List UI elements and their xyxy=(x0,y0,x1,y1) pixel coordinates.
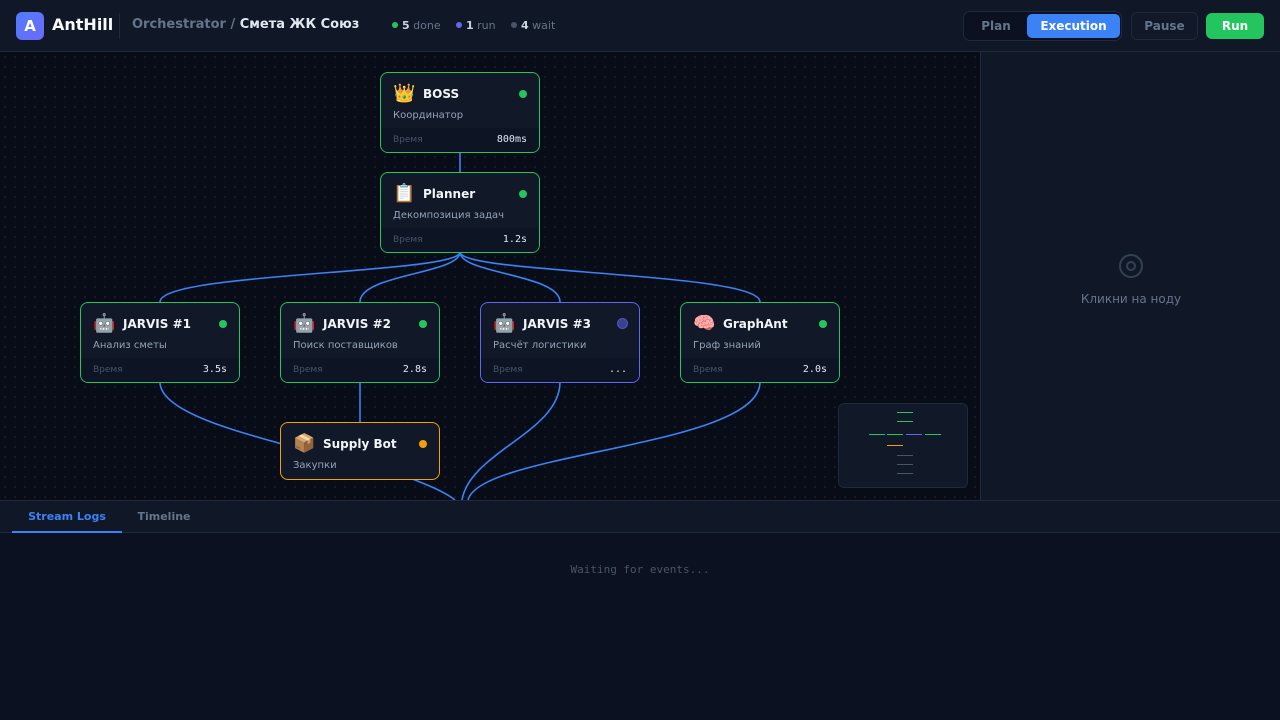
time-label: Время xyxy=(393,135,423,145)
node-title: GraphAnt xyxy=(723,317,788,331)
edge-planner-jarvis1 xyxy=(159,251,461,303)
node-subtitle: Декомпозиция задач xyxy=(393,210,505,221)
node-title: JARVIS #2 xyxy=(323,317,391,331)
node-title: Supply Bot xyxy=(323,437,397,451)
node-footer: Время 1.2s xyxy=(381,228,539,252)
time-value: 800ms xyxy=(496,134,527,145)
done-status-dot xyxy=(392,22,398,28)
minimap-node xyxy=(897,455,913,456)
node-planner[interactable]: 📋 Planner Декомпозиция задач Время 1.2s xyxy=(380,172,540,253)
node-footer: Время... xyxy=(481,358,639,382)
node-subtitle: Граф знаний xyxy=(693,340,761,351)
robot-icon: 🤖 xyxy=(93,313,116,334)
minimap-node xyxy=(897,464,913,465)
status-dot xyxy=(519,90,527,98)
time-label: Время xyxy=(493,365,523,375)
breadcrumb-root[interactable]: Orchestrator / xyxy=(132,17,240,32)
edge-jarvis3-next xyxy=(461,381,561,500)
status-dot xyxy=(419,440,427,448)
run-status-dot xyxy=(456,22,462,28)
time-value: 2.8s xyxy=(402,364,427,375)
node-jarvis-1[interactable]: 🤖 JARVIS #1 Анализ сметы Время 3.5s xyxy=(80,302,240,383)
status-dot xyxy=(419,320,427,328)
status-dot xyxy=(519,190,527,198)
minimap-node xyxy=(906,434,922,435)
time-label: Время xyxy=(93,365,123,375)
minimap[interactable] xyxy=(838,403,968,488)
node-subtitle: Анализ сметы xyxy=(93,340,167,351)
node-subtitle: Расчёт логистики xyxy=(493,340,587,351)
time-label: Время xyxy=(393,235,423,245)
edge-graphant-next xyxy=(467,381,761,500)
node-title: Planner xyxy=(423,187,476,201)
time-value: 1.2s xyxy=(502,234,527,245)
edge-jarvis1-supply xyxy=(159,381,283,445)
node-footer: Время 800ms xyxy=(381,128,539,152)
node-jarvis-3[interactable]: 🤖 JARVIS #3 Расчёт логистики Время... xyxy=(480,302,640,383)
running-status-indicator xyxy=(617,318,628,329)
breadcrumb: Orchestrator / Смета ЖК Союз xyxy=(132,17,359,32)
node-subtitle: Координатор xyxy=(393,110,464,121)
node-title: BOSS xyxy=(423,87,460,101)
minimap-node xyxy=(897,412,913,413)
mode-switch: Plan Execution xyxy=(963,11,1122,41)
wait-status-dot xyxy=(511,22,517,28)
node-subtitle: Закупки xyxy=(293,460,337,471)
robot-icon: 🤖 xyxy=(293,313,316,334)
status-dot xyxy=(819,320,827,328)
crown-icon: 👑 xyxy=(393,83,416,104)
time-label: Время xyxy=(693,365,723,375)
execution-mode-button[interactable]: Execution xyxy=(1027,14,1120,38)
tab-timeline[interactable]: Timeline xyxy=(122,501,206,533)
edge-supply-next xyxy=(409,477,456,500)
node-footer: Время 2.0s xyxy=(681,358,839,382)
status-dot xyxy=(219,320,227,328)
logs-tabs: Stream Logs Timeline xyxy=(0,501,1280,533)
minimap-node xyxy=(869,434,885,435)
logs-panel: Stream Logs Timeline Waiting for events.… xyxy=(0,500,1280,720)
node-graphant[interactable]: 🧠 GraphAnt Граф знаний Время 2.0s xyxy=(680,302,840,383)
pause-button[interactable]: Pause xyxy=(1131,12,1198,40)
app-logo: A xyxy=(16,12,44,40)
minimap-node xyxy=(887,434,903,435)
node-title: JARVIS #3 xyxy=(523,317,591,331)
node-supply-bot[interactable]: 📦 Supply Bot Закупки xyxy=(280,422,440,480)
header-divider xyxy=(119,13,120,39)
clipboard-icon: 📋 xyxy=(393,183,416,204)
node-jarvis-2[interactable]: 🤖 JARVIS #2 Поиск поставщиков Время 2.8s xyxy=(280,302,440,383)
node-footer: Время 2.8s xyxy=(281,358,439,382)
node-details-panel: Кликни на ноду xyxy=(980,52,1280,500)
package-icon: 📦 xyxy=(293,433,316,454)
time-label: Время xyxy=(293,365,323,375)
breadcrumb-current: Смета ЖК Союз xyxy=(239,17,360,32)
stat-done: 5 done xyxy=(392,19,441,32)
robot-icon: 🤖 xyxy=(493,313,516,334)
details-hint: Кликни на ноду xyxy=(1080,292,1182,306)
node-title: JARVIS #1 xyxy=(123,317,191,331)
graph-canvas[interactable]: 👑 BOSS Координатор Время 800ms 📋 Planner … xyxy=(0,52,980,500)
node-subtitle: Поиск поставщиков xyxy=(293,340,398,351)
stat-run: 1 run xyxy=(456,19,496,32)
minimap-node xyxy=(887,445,903,446)
brain-icon: 🧠 xyxy=(693,313,716,334)
edge-planner-graphant xyxy=(459,251,761,303)
time-value: 3.5s xyxy=(202,364,227,375)
node-boss[interactable]: 👑 BOSS Координатор Время 800ms xyxy=(380,72,540,153)
minimap-node xyxy=(925,434,941,435)
stat-wait: 4 wait xyxy=(511,19,555,32)
time-value: ... xyxy=(608,364,627,375)
logs-empty-state: Waiting for events... xyxy=(570,563,710,576)
plan-mode-button[interactable]: Plan xyxy=(967,14,1025,38)
tab-stream-logs[interactable]: Stream Logs xyxy=(12,501,122,533)
run-button[interactable]: Run xyxy=(1206,13,1264,39)
time-value: 2.0s xyxy=(802,364,827,375)
node-footer: Время 3.5s xyxy=(81,358,239,382)
minimap-node xyxy=(897,421,913,422)
minimap-node xyxy=(897,473,913,474)
brand-name: AntHill xyxy=(52,15,114,34)
target-icon xyxy=(1119,254,1143,278)
top-bar: A AntHill Orchestrator / Смета ЖК Союз 5… xyxy=(0,0,1280,52)
